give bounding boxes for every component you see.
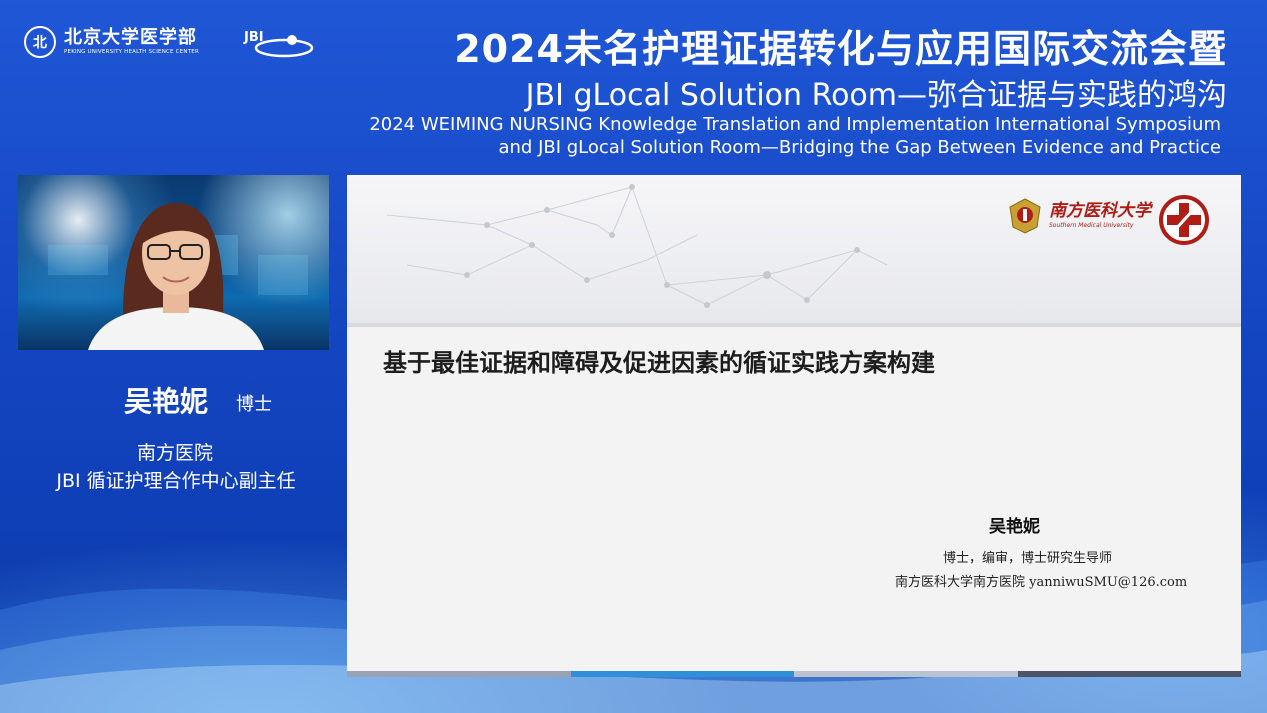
speaker-name: 吴艳妮 bbox=[124, 385, 209, 418]
nanfang-hospital-logo-icon bbox=[1159, 195, 1209, 245]
speaker-degree: 博士 bbox=[236, 394, 272, 415]
slide-footer-bar bbox=[347, 671, 1241, 677]
author-name: 吴艳妮 bbox=[989, 517, 1040, 537]
conference-title-english-line2: and JBI gLocal Solution Room—Bridging th… bbox=[498, 137, 1221, 158]
pku-logo-english: PEKING UNIVERSITY HEALTH SCIENCE CENTER bbox=[64, 48, 199, 55]
smu-logo-chinese: 南方医科大学 bbox=[1049, 201, 1151, 221]
author-affiliation: 南方医科大学南方医院 yanniwuSMU@126.com bbox=[895, 575, 1188, 590]
smu-logo: 南方医科大学 Southern Medical University bbox=[1007, 197, 1151, 235]
smu-logo-english: Southern Medical University bbox=[1049, 222, 1134, 229]
speaker-organization: 南方医院 bbox=[136, 442, 213, 464]
slide-title: 基于最佳证据和障碍及促进因素的循证实践方案构建 bbox=[383, 349, 935, 377]
speaker-portrait bbox=[48, 203, 308, 350]
jbi-logo: JBI bbox=[244, 28, 316, 60]
presentation-slide[interactable]: 南方医科大学 Southern Medical University 基于最佳证… bbox=[347, 175, 1241, 677]
pku-logo-chinese: 北京大学医学部 bbox=[64, 26, 197, 48]
conference-title-chinese: 2024未名护理证据转化与应用国际交流会暨 bbox=[454, 27, 1227, 71]
speaker-role: JBI 循证护理合作中心副主任 bbox=[56, 470, 296, 492]
conference-title-english-line1: 2024 WEIMING NURSING Knowledge Translati… bbox=[369, 114, 1221, 135]
smu-crest-icon bbox=[1009, 198, 1041, 234]
slide-divider bbox=[347, 323, 1241, 327]
pku-health-logo: 北 北京大学医学部 PEKING UNIVERSITY HEALTH SCIEN… bbox=[24, 26, 199, 58]
author-description: 博士，编审，博士研究生导师 bbox=[943, 551, 1113, 566]
conference-subtitle: JBI gLocal Solution Room—弥合证据与实践的鸿沟 bbox=[525, 78, 1227, 113]
pku-seal-icon: 北 bbox=[24, 26, 56, 58]
jbi-swoosh-icon bbox=[254, 35, 314, 58]
speaker-video-feed[interactable] bbox=[18, 175, 329, 350]
